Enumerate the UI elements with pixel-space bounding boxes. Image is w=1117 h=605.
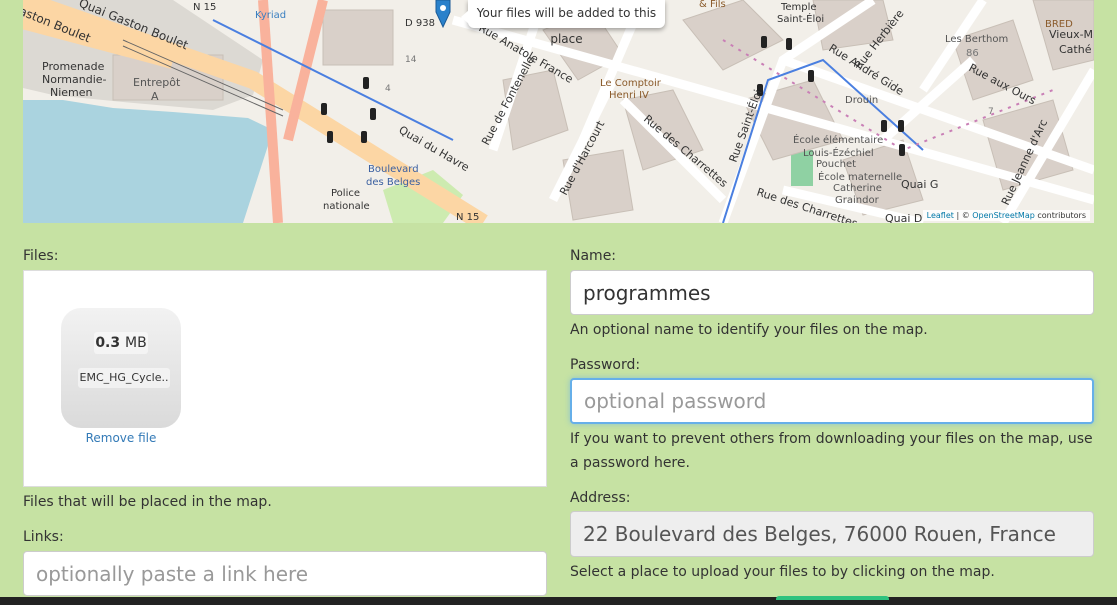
leaflet-link[interactable]: Leaflet [927, 211, 954, 220]
password-help: If you want to prevent others from downl… [570, 431, 1093, 471]
label-entrepot-1: Entrepôt [133, 76, 181, 89]
name-help: An optional name to identify your files … [570, 322, 928, 338]
label-n15-top: N 15 [193, 2, 216, 13]
label-ecole-6: Graindor [835, 195, 880, 206]
label-num4: 4 [385, 84, 391, 94]
attribution-separator: | © [953, 211, 973, 220]
osm-link[interactable]: OpenStreetMap [972, 211, 1035, 220]
label-ecole-2: Louis-Ézéchiel [803, 146, 874, 159]
file-name: EMC_HG_Cycle.. [78, 368, 170, 388]
label-comptoir-2: Henri IV [609, 90, 649, 101]
label-quai-g: Quai G [901, 178, 938, 191]
name-input[interactable] [570, 270, 1094, 315]
label-police-2: nationale [323, 201, 370, 212]
label-ecole-4: École maternelle [818, 170, 902, 183]
submit-button[interactable] [776, 596, 889, 600]
address-help: Select a place to upload your files to b… [570, 564, 995, 580]
file-size: 0.3 MB [94, 332, 148, 354]
label-n15-bottom: N 15 [456, 212, 479, 223]
links-label: Links: [23, 529, 64, 545]
bottom-bar [0, 597, 1117, 605]
label-comptoir-1: Le Comptoir [600, 78, 662, 89]
label-promenade-1: Promenade [42, 60, 105, 73]
label-ecole-5: Catherine [833, 183, 882, 194]
file-size-value: 0.3 [95, 335, 121, 351]
address-input[interactable] [570, 511, 1094, 557]
location-marker-icon[interactable] [435, 0, 451, 29]
river [23, 100, 273, 223]
label-ecole-3: Pouchet [816, 159, 856, 170]
label-temple-2: Saint-Éloi [777, 12, 824, 25]
label-promenade-3: Niemen [50, 86, 93, 99]
password-input[interactable] [570, 378, 1094, 424]
links-input[interactable] [23, 551, 547, 596]
map-view[interactable]: aston Boulet Quai Gaston Boulet N 15 Kyr… [23, 0, 1094, 223]
marker-popup: Your files will be added to this place [461, 0, 665, 46]
files-help: Files that will be placed in the map. [23, 494, 272, 510]
remove-file-link[interactable]: Remove file [61, 431, 181, 445]
file-dropzone[interactable]: 0.3 MB EMC_HG_Cycle.. Remove file [23, 270, 547, 487]
label-police-1: Police [331, 188, 360, 199]
label-boulevard-belges-1: Boulevard [368, 164, 419, 175]
label-num86: 86 [966, 48, 979, 59]
label-boulevard-belges-2: des Belges [366, 177, 420, 188]
label-promenade-2: Normandie- [42, 73, 107, 86]
label-drouin: Drouin [845, 95, 878, 106]
file-preview: 0.3 MB EMC_HG_Cycle.. [61, 308, 181, 428]
label-ecole-1: École élémentaire [793, 133, 883, 146]
label-cathe: Cathé [1059, 43, 1092, 56]
buildings [112, 0, 1094, 221]
label-d938: D 938 [405, 18, 435, 29]
label-temple-1: Temple [780, 2, 817, 13]
attribution-suffix: contributors [1034, 211, 1086, 220]
label-les-berthom: Les Berthom [945, 34, 1008, 45]
label-num14: 14 [405, 55, 417, 65]
password-label: Password: [570, 357, 641, 373]
popup-tip [461, 10, 469, 24]
name-label: Name: [570, 248, 617, 264]
label-kyriad: Kyriad [255, 10, 286, 21]
label-entrepot-2: A [151, 90, 159, 103]
files-label: Files: [23, 248, 59, 264]
address-label: Address: [570, 490, 631, 506]
label-quai-d: Quai D [885, 212, 922, 223]
label-vieux-marche: Vieux-M [1049, 28, 1093, 41]
file-size-unit: MB [125, 335, 147, 351]
label-fils: & Fils [699, 0, 726, 10]
label-num7: 7 [988, 107, 994, 117]
map-attribution: Leaflet | © OpenStreetMap contributors [922, 210, 1090, 221]
